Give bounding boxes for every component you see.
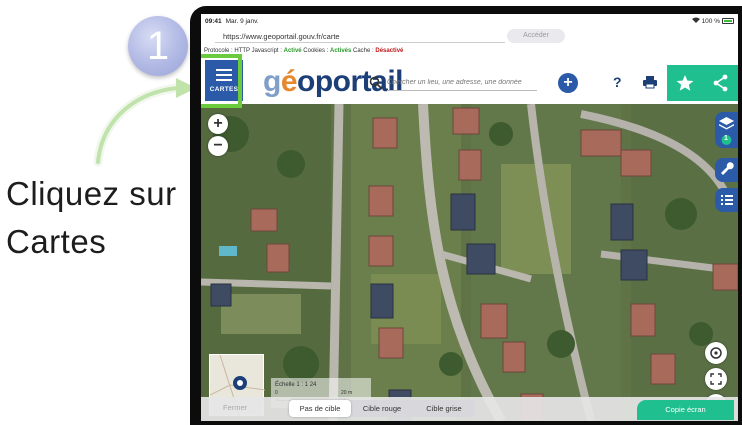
javascript-label: Javascript : bbox=[251, 48, 282, 54]
aerial-map[interactable]: + − 1 Échelle 1: 1 24 0 20 m bbox=[201, 103, 738, 421]
geolocate-button[interactable] bbox=[705, 342, 727, 364]
search-icon bbox=[369, 76, 383, 90]
zoom-in-button[interactable]: + bbox=[208, 114, 228, 134]
wifi-icon bbox=[691, 17, 700, 25]
scale-start: 0 bbox=[275, 390, 278, 396]
cache-label: Cache : bbox=[353, 48, 374, 54]
layers-icon bbox=[719, 117, 734, 145]
help-button[interactable]: ? bbox=[613, 74, 622, 90]
close-button[interactable]: Fermer bbox=[223, 403, 247, 412]
instruction-line-1: Cliquez sur bbox=[6, 175, 177, 212]
expand-icon bbox=[710, 373, 722, 385]
browser-url-row: https://www.geoportail.gouv.fr/carte Acc… bbox=[201, 28, 738, 45]
fullscreen-button[interactable] bbox=[705, 368, 727, 390]
tab-grey-target[interactable]: Cible grise bbox=[413, 400, 475, 417]
tools-button[interactable] bbox=[715, 158, 738, 182]
cookies-value: Activés bbox=[329, 48, 352, 54]
status-date: Mar. 9 janv. bbox=[225, 17, 259, 25]
tab-red-target[interactable]: Cible rouge bbox=[351, 400, 413, 417]
zoom-out-button[interactable]: − bbox=[208, 136, 228, 156]
aerial-imagery bbox=[201, 103, 738, 421]
target-icon bbox=[710, 347, 722, 359]
status-time: 09:41 bbox=[205, 17, 222, 25]
screenshot-button[interactable]: Copie écran bbox=[637, 400, 734, 420]
instruction-line-2: Cartes bbox=[6, 223, 107, 260]
wrench-icon bbox=[721, 162, 734, 175]
cache-value: Désactivé bbox=[375, 48, 404, 54]
star-icon bbox=[676, 75, 694, 91]
search-options-button[interactable]: + bbox=[558, 73, 578, 93]
cookies-label: Cookies : bbox=[303, 48, 329, 54]
status-bar: 09:41 Mar. 9 janv. 100 % bbox=[201, 14, 738, 28]
highlight-frame bbox=[201, 54, 242, 108]
tab-no-target[interactable]: Pas de cible bbox=[289, 400, 351, 417]
scale-label: Échelle 1 : 1 24 bbox=[275, 382, 317, 388]
battery-percent: 100 % bbox=[701, 17, 720, 25]
target-selector: Pas de cible Cible rouge Cible grise bbox=[289, 400, 475, 417]
go-button[interactable]: Accéder bbox=[507, 29, 565, 43]
legend-button[interactable] bbox=[715, 188, 738, 212]
share-button[interactable] bbox=[703, 65, 738, 101]
tablet-screen: 09:41 Mar. 9 janv. 100 % https://www.geo… bbox=[201, 14, 738, 421]
url-field[interactable]: https://www.geoportail.gouv.fr/carte bbox=[215, 30, 505, 43]
scale-end: 20 m bbox=[341, 390, 353, 396]
layers-button[interactable]: 1 bbox=[715, 112, 738, 148]
search-input[interactable] bbox=[387, 75, 537, 91]
list-icon bbox=[721, 195, 733, 205]
search-bar: + bbox=[369, 73, 581, 93]
browser-info-row: Protocole : HTTP Javascript : Activé Coo… bbox=[201, 45, 738, 57]
battery-indicator: 100 % bbox=[691, 17, 734, 25]
javascript-value: Activé bbox=[283, 48, 302, 54]
share-icon bbox=[713, 74, 728, 92]
app-header: CARTES géoportail + ? bbox=[201, 57, 738, 104]
layers-badge: 1 bbox=[724, 135, 728, 142]
tutorial-slide: 1 Cliquez sur Cartes 09:41 Mar. 9 janv. … bbox=[0, 0, 742, 425]
favorites-button[interactable] bbox=[667, 65, 703, 101]
print-icon[interactable] bbox=[643, 75, 657, 89]
instruction-text: Cliquez sur Cartes bbox=[6, 170, 190, 266]
step-number-badge: 1 bbox=[128, 16, 188, 76]
battery-icon bbox=[722, 18, 734, 24]
